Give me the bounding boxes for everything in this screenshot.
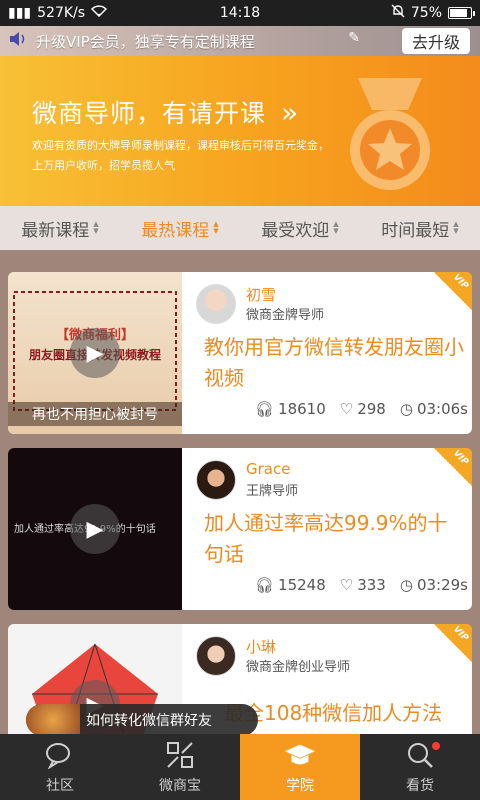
heart-icon: ♡ <box>339 400 354 418</box>
play-button[interactable]: ▶ <box>70 504 120 554</box>
signal-icon: ▮▮▮ <box>8 5 32 21</box>
grid-icon <box>164 739 196 771</box>
like-count: 333 <box>357 576 386 594</box>
course-title: 教你用官方微信转发朋友圈小视频 <box>204 335 464 390</box>
tab-hottest[interactable]: 最热课程 ▲ ▼ <box>141 216 218 241</box>
sort-icon: ▲ ▼ <box>213 220 219 235</box>
toast-thumbnail <box>26 704 80 736</box>
course-card[interactable]: 加人通过率高达99.9%的十句话 ▶ Grace 王牌导师 加人通过率高达99.… <box>8 448 472 610</box>
toast-text: 如何转化微信群好友 <box>86 713 212 729</box>
vip-badge: VIP <box>434 272 472 310</box>
upgrade-button[interactable]: 去升级 <box>401 28 470 54</box>
nav-weishangbao[interactable]: 微商宝 <box>120 734 240 800</box>
hero-description: 欢迎有资质的大牌导师录制课程，课程审核后可得百元奖金，上万用户收听，招学员揽人气 <box>32 139 329 172</box>
clock-icon: ◷ <box>399 400 413 418</box>
author-role: 王牌导师 <box>246 484 299 499</box>
listen-count: 15248 <box>278 576 326 594</box>
course-stats: 🎧︎ 18610 ♡ 298 ◷ 03:06s <box>255 400 468 418</box>
vip-badge: VIP <box>434 624 472 662</box>
duration: 03:29s <box>416 576 468 594</box>
nav-label: 学院 <box>286 778 314 794</box>
notification-toast[interactable]: 如何转化微信群好友 <box>26 704 258 736</box>
course-thumbnail: 加人通过率高达99.9%的十句话 ▶ <box>8 448 182 610</box>
wifi-icon <box>90 5 108 21</box>
thumbnail-footer: 再也不用担心被封号 <box>8 402 182 426</box>
avatar <box>196 284 236 324</box>
heart-icon: ♡ <box>339 576 354 594</box>
tab-newest[interactable]: 最新课程 ▲ ▼ <box>21 216 98 241</box>
author-name: Grace <box>246 460 291 478</box>
sort-icon: ▲ ▼ <box>333 220 339 235</box>
course-title: 最全108种微信加人方法 <box>224 701 443 725</box>
network-speed: 527K/s <box>37 5 86 21</box>
battery-percent: 75% <box>410 5 442 21</box>
play-button[interactable]: ▶ <box>70 328 120 378</box>
course-card[interactable]: 【微商福利】 朋友圈直接转发视频教程 再也不用担心被封号 ▶ 初雪 微商金牌导师… <box>8 272 472 434</box>
chevron-right-icon: » <box>280 96 300 129</box>
tab-shortest[interactable]: 时间最短 ▲ ▼ <box>381 216 458 241</box>
nav-label: 微商宝 <box>159 778 201 794</box>
chat-icon <box>44 739 76 771</box>
course-stats: 🎧︎ 15248 ♡ 333 ◷ 03:29s <box>255 576 468 594</box>
tab-most-popular[interactable]: 最受欢迎 ▲ ▼ <box>261 216 338 241</box>
avatar <box>196 636 236 676</box>
headphones-icon: 🎧︎ <box>255 576 275 594</box>
hero-banner[interactable]: 微商导师，有请开课 » 欢迎有资质的大牌导师录制课程，课程审核后可得百元奖金，上… <box>0 56 480 206</box>
vip-banner-text: 升级VIP会员，独享专有定制课程 <box>36 32 255 51</box>
vip-badge: VIP <box>434 448 472 486</box>
nav-label: 看货 <box>406 778 434 794</box>
medal-icon <box>340 76 440 196</box>
battery-icon <box>448 7 475 19</box>
graduation-cap-icon <box>284 739 316 771</box>
like-count: 298 <box>357 400 386 418</box>
author-name: 初雪 <box>246 286 277 304</box>
author-role: 微商金牌导师 <box>246 308 325 323</box>
speaker-icon <box>8 30 28 52</box>
course-thumbnail: 【微商福利】 朋友圈直接转发视频教程 再也不用担心被封号 ▶ <box>8 272 182 434</box>
mute-icon <box>391 4 405 22</box>
hero-title: 微商导师，有请开课 » <box>32 96 300 129</box>
sort-tabs: 最新课程 ▲ ▼ 最热课程 ▲ ▼ 最受欢迎 ▲ ▼ 时间最短 ▲ ▼ <box>0 206 480 250</box>
nav-browse-goods[interactable]: 看货 <box>360 734 480 800</box>
headphones-icon: 🎧︎ <box>255 400 275 418</box>
nav-community[interactable]: 社区 <box>0 734 120 800</box>
notification-dot <box>432 742 440 750</box>
duration: 03:06s <box>416 400 468 418</box>
status-right: 75% <box>391 4 475 22</box>
status-bar: ▮▮▮ 527K/s 14:18 75% <box>0 0 480 26</box>
sort-icon: ▲ ▼ <box>93 220 99 235</box>
nav-label: 社区 <box>46 778 74 794</box>
pen-icon: ✎ <box>348 30 360 46</box>
sort-icon: ▲ ▼ <box>453 220 459 235</box>
author-role: 微商金牌创业导师 <box>246 660 351 675</box>
status-left: ▮▮▮ 527K/s <box>8 5 108 21</box>
author-name: 小琳 <box>246 638 277 656</box>
course-title: 加人通过率高达99.9%的十句话 <box>204 511 448 566</box>
avatar <box>196 460 236 500</box>
bottom-navigation: 社区 微商宝 学院 看货 <box>0 734 480 800</box>
vip-banner[interactable]: 升级VIP会员，独享专有定制课程 ✎ 去升级 <box>0 26 480 56</box>
nav-academy[interactable]: 学院 <box>240 734 360 800</box>
clock-icon: ◷ <box>399 576 413 594</box>
listen-count: 18610 <box>278 400 326 418</box>
